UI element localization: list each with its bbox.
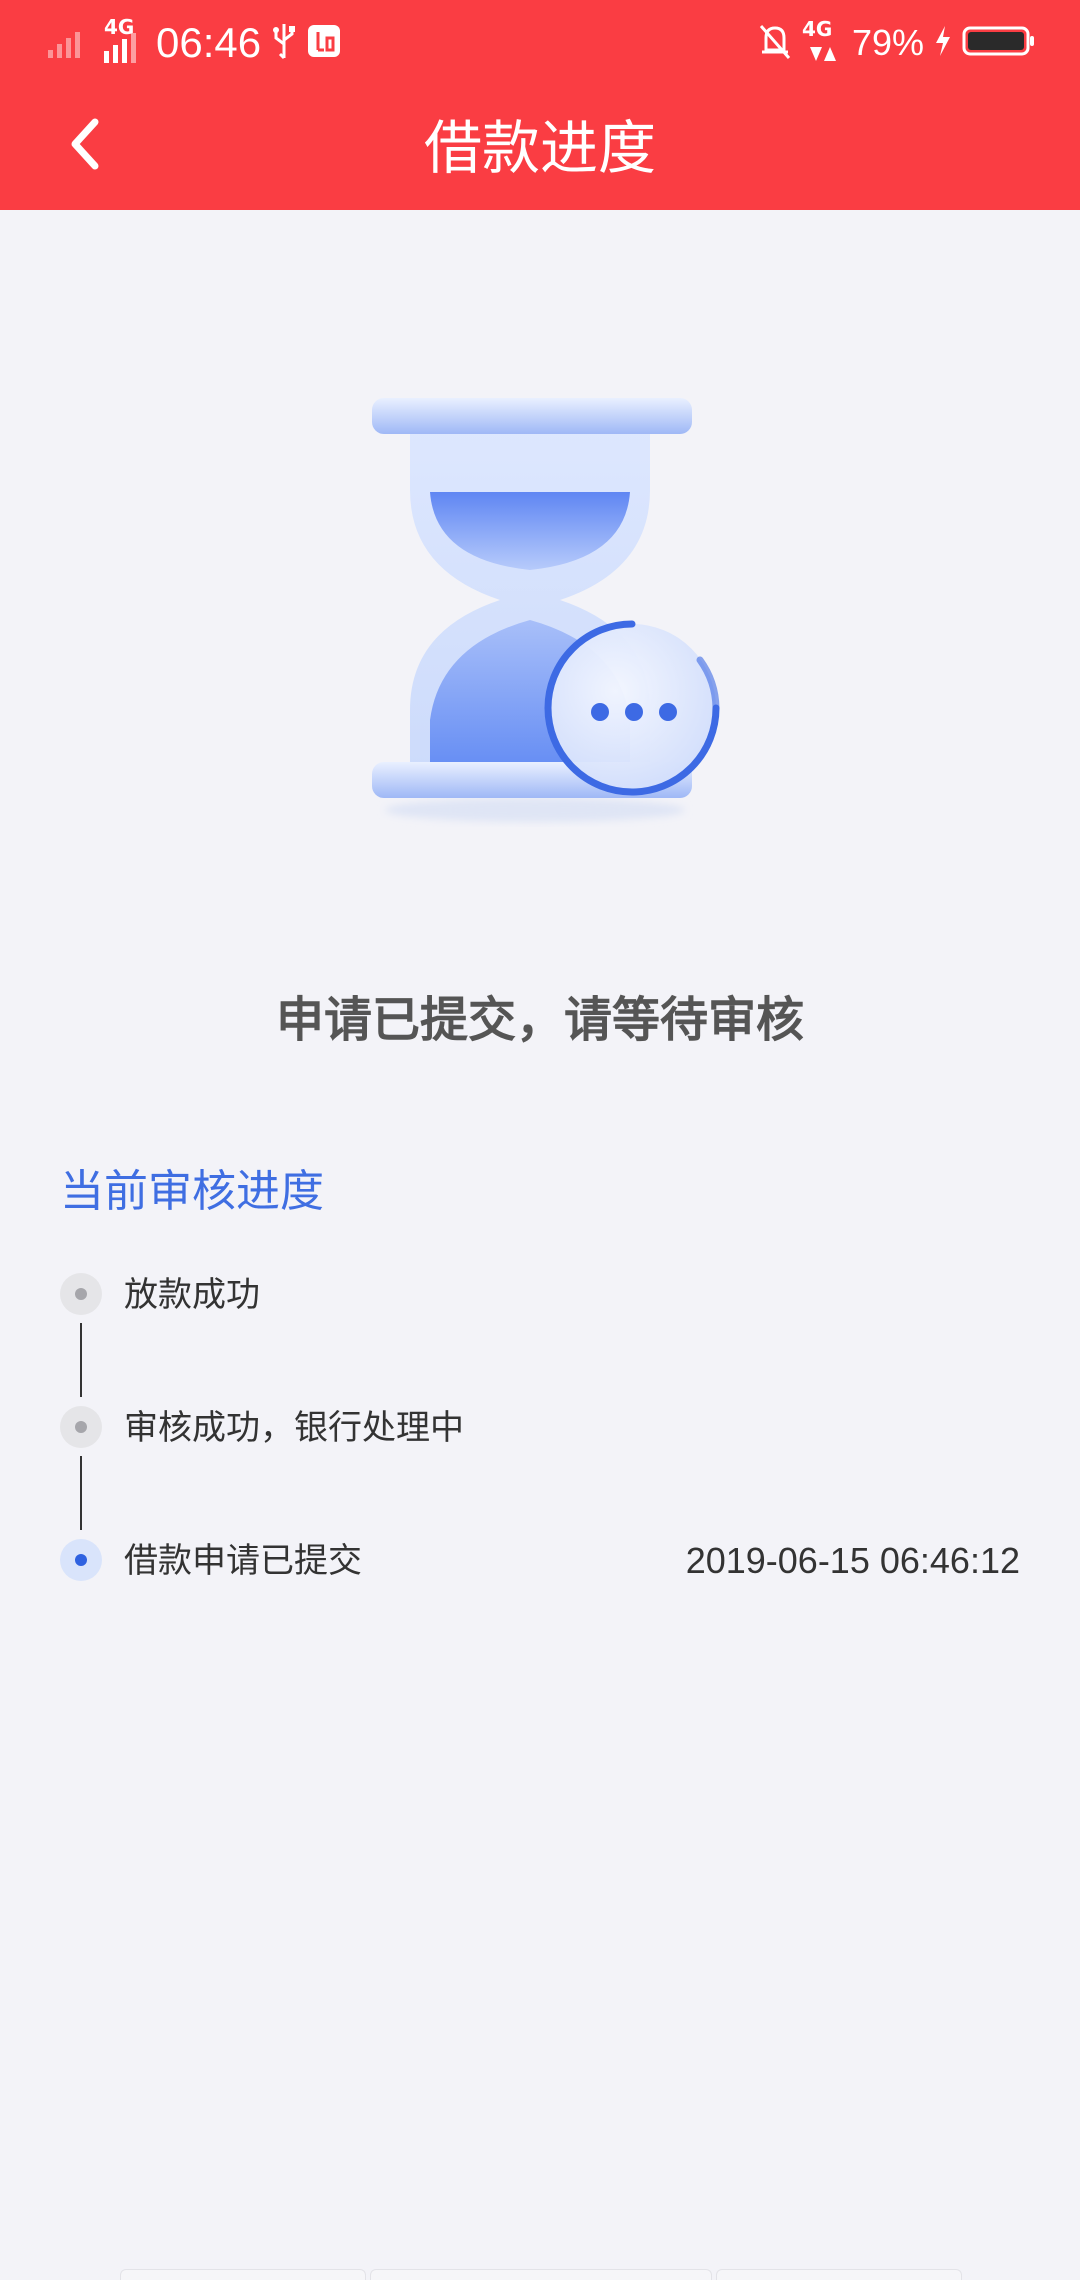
- timeline-item-approved: 审核成功，银行处理中: [60, 1398, 1020, 1458]
- timeline-connector: [80, 1456, 82, 1530]
- nav-bar: 借款进度: [0, 86, 1080, 210]
- battery-percent: 79%: [851, 22, 924, 63]
- charging-icon: [934, 24, 952, 62]
- status-bar-left: 4G 06:46: [48, 15, 341, 68]
- timeline-dot-active: [60, 1539, 102, 1581]
- signal-icon: [48, 24, 92, 62]
- battery-icon: [962, 24, 1036, 62]
- usb-icon: [271, 22, 297, 64]
- status-time: 06:46: [156, 19, 262, 66]
- page-title: 借款进度: [423, 114, 656, 182]
- bottom-tab-ghost: [370, 2269, 712, 2280]
- hourglass-pending-icon: [340, 370, 740, 830]
- timeline-item-submitted: 借款申请已提交 2019-06-15 06:46:12: [60, 1531, 1020, 1591]
- app-header: 4G 06:46 4G 79% 借款进度: [0, 0, 1080, 210]
- timeline-dot: [60, 1273, 102, 1315]
- timeline-timestamp: 2019-06-15 06:46:12: [685, 1540, 1020, 1581]
- bottom-tab-ghost: [120, 2269, 366, 2280]
- progress-section-title: 当前审核进度: [60, 1166, 324, 1217]
- network-4g-icon: 4G: [102, 15, 146, 65]
- status-bar: 4G 06:46 4G 79%: [0, 0, 1080, 86]
- status-message: 申请已提交，请等待审核: [275, 992, 804, 1048]
- timeline-item-disbursed: 放款成功: [60, 1265, 1020, 1325]
- timeline-label: 放款成功: [124, 1275, 260, 1315]
- mute-bell-icon: [758, 22, 792, 64]
- status-bar-right: 4G 79%: [758, 17, 1036, 68]
- network-4g-secondary-icon: 4G: [802, 17, 842, 65]
- timeline-label: 借款申请已提交: [124, 1541, 362, 1581]
- timeline-dot: [60, 1406, 102, 1448]
- bottom-tab-ghost: [716, 2269, 962, 2280]
- usb-debug-icon: [307, 24, 341, 62]
- timeline-connector: [80, 1323, 82, 1397]
- timeline-label: 审核成功，银行处理中: [124, 1408, 464, 1448]
